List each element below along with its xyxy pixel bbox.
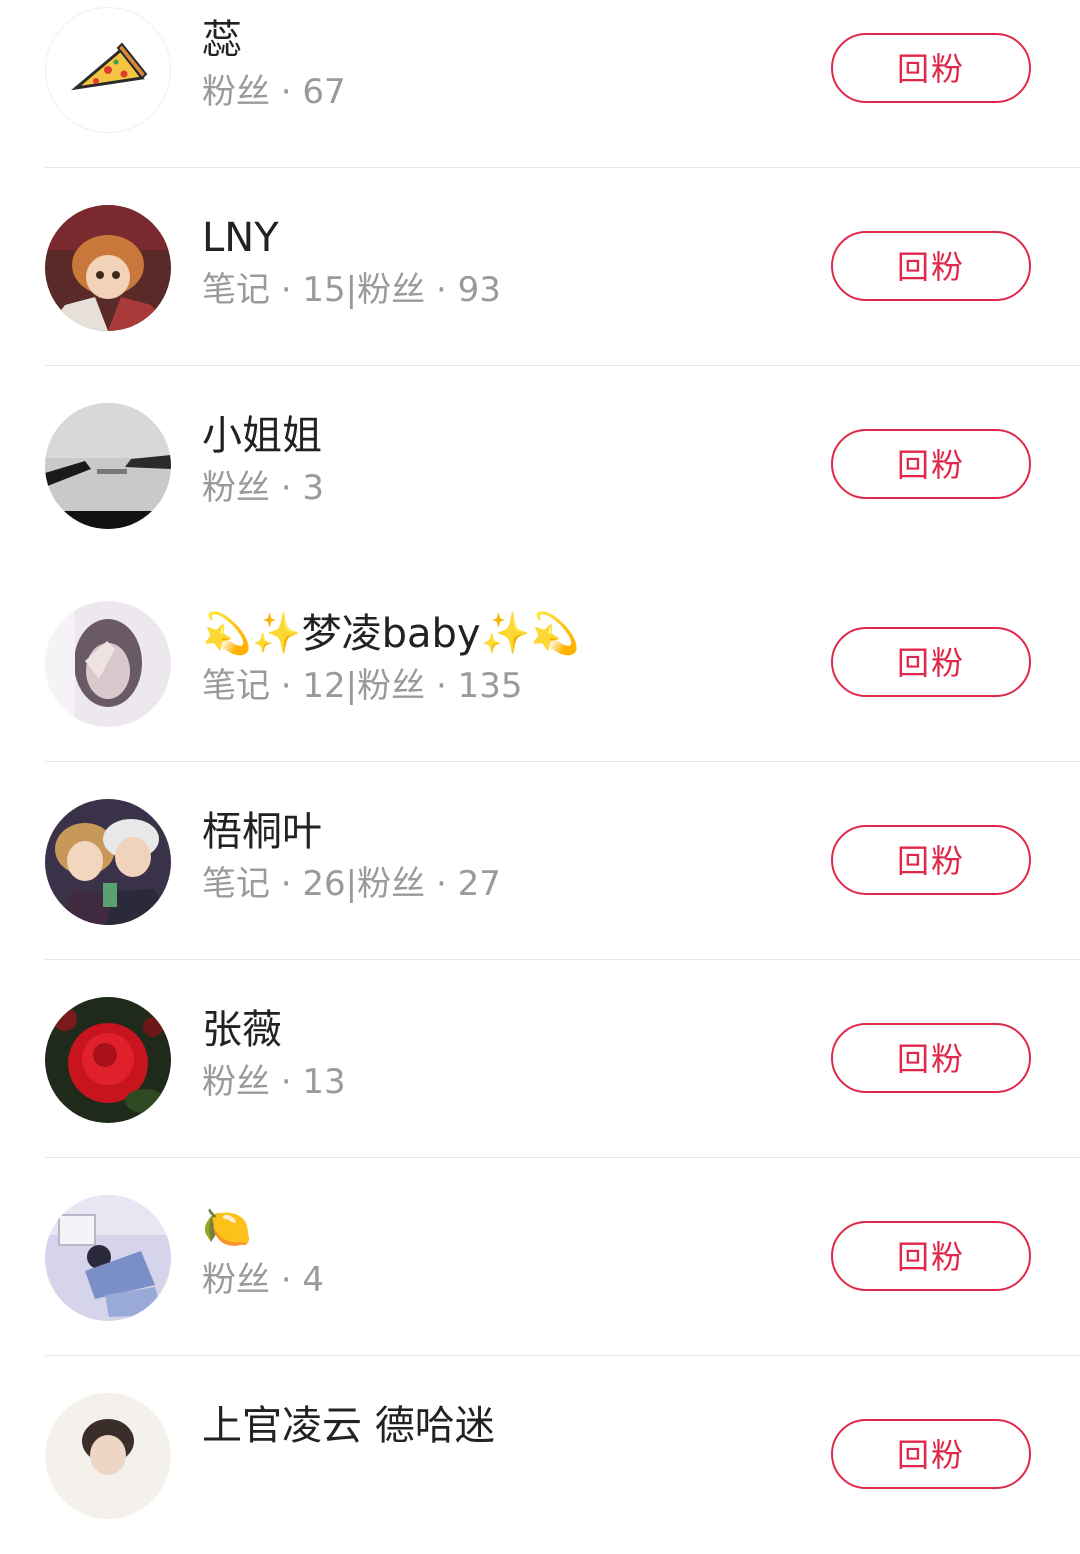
- red-rose-avatar: [45, 997, 171, 1123]
- person-portrait-avatar: [45, 1393, 171, 1519]
- follower-list: 蕊 粉丝 · 67 回粉 LNY 笔记 · 15|粉丝 · 93 回粉 小姐姐 …: [0, 0, 1080, 1554]
- user-name[interactable]: 蕊: [202, 14, 242, 66]
- follow-back-button[interactable]: 回粉: [831, 33, 1031, 103]
- user-name[interactable]: LNY: [202, 212, 279, 264]
- avatar[interactable]: [45, 403, 171, 529]
- user-name[interactable]: 💫✨梦凌baby✨💫: [202, 608, 580, 660]
- user-stats: 笔记 · 15|粉丝 · 93: [202, 270, 501, 310]
- reaching-hands-avatar: [45, 403, 171, 529]
- user-name[interactable]: 张薇: [202, 1004, 282, 1056]
- list-item[interactable]: 🍋 粉丝 · 4 回粉: [0, 1158, 1080, 1356]
- user-stats: 粉丝 · 3: [202, 468, 325, 508]
- user-stats: 粉丝 · 4: [202, 1260, 325, 1300]
- avatar[interactable]: [45, 997, 171, 1123]
- list-item[interactable]: 上官凌云 德哈迷 回粉: [0, 1356, 1080, 1554]
- avatar[interactable]: [45, 799, 171, 925]
- follow-back-button[interactable]: 回粉: [831, 1023, 1031, 1093]
- follow-back-button[interactable]: 回粉: [831, 231, 1031, 301]
- list-item[interactable]: 张薇 粉丝 · 13 回粉: [0, 960, 1080, 1158]
- person-lying-avatar: [45, 1195, 171, 1321]
- anime-character-avatar: [45, 205, 171, 331]
- user-name[interactable]: 梧桐叶: [202, 806, 322, 858]
- user-stats: 粉丝 · 13: [202, 1062, 346, 1102]
- list-item[interactable]: 梧桐叶 笔记 · 26|粉丝 · 27 回粉: [0, 762, 1080, 960]
- user-name[interactable]: 小姐姐: [202, 410, 322, 462]
- follow-back-button[interactable]: 回粉: [831, 825, 1031, 895]
- user-stats: 笔记 · 26|粉丝 · 27: [202, 864, 501, 904]
- list-item[interactable]: 小姐姐 粉丝 · 3 回粉: [0, 366, 1080, 564]
- pizza-slice-icon: [46, 8, 170, 132]
- follow-back-button[interactable]: 回粉: [831, 1221, 1031, 1291]
- user-stats: 笔记 · 12|粉丝 · 135: [202, 666, 523, 706]
- follow-back-button[interactable]: 回粉: [831, 429, 1031, 499]
- list-item[interactable]: 💫✨梦凌baby✨💫 笔记 · 12|粉丝 · 135 回粉: [0, 564, 1080, 762]
- avatar[interactable]: [45, 1393, 171, 1519]
- user-name[interactable]: 🍋: [202, 1202, 252, 1254]
- follow-back-button[interactable]: 回粉: [831, 1419, 1031, 1489]
- anime-duo-avatar: [45, 799, 171, 925]
- avatar[interactable]: [45, 601, 171, 727]
- list-item[interactable]: 蕊 粉丝 · 67 回粉: [0, 0, 1080, 168]
- avatar[interactable]: [45, 1195, 171, 1321]
- user-name[interactable]: 上官凌云 德哈迷: [202, 1400, 495, 1452]
- avatar[interactable]: [45, 7, 171, 133]
- list-item[interactable]: LNY 笔记 · 15|粉丝 · 93 回粉: [0, 168, 1080, 366]
- avatar[interactable]: [45, 205, 171, 331]
- user-stats: 粉丝 · 67: [202, 72, 346, 112]
- hand-over-face-avatar: [45, 601, 171, 727]
- follow-back-button[interactable]: 回粉: [831, 627, 1031, 697]
